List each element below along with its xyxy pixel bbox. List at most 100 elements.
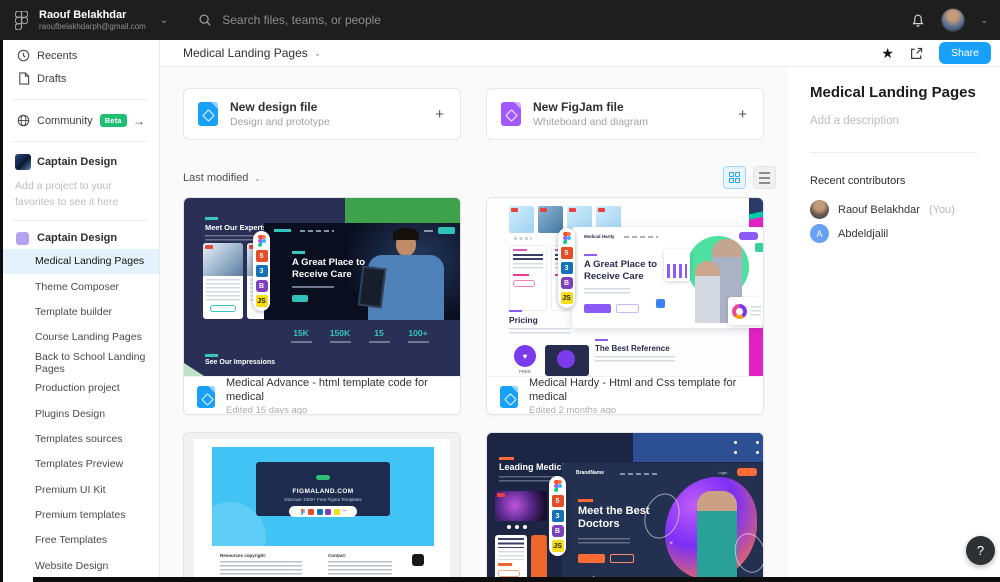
project-label: Templates sources [35, 433, 123, 445]
thumb-photo [695, 261, 720, 323]
decor-nav [424, 230, 433, 232]
text-line-placeholder [513, 254, 543, 260]
text-line-placeholder [330, 341, 351, 343]
decor-badge [316, 475, 330, 480]
sidebar-project-back-to-school[interactable]: Back to School Landing Pages [0, 350, 159, 375]
team-section-header[interactable]: Captain Design [0, 230, 159, 249]
file-card-medical-hardy[interactable]: Medical Hardy A Great Place toReceive Ca… [486, 197, 764, 415]
favorites-team-header[interactable]: Captain Design [0, 151, 159, 172]
chevron-down-icon[interactable]: ⌄ [980, 15, 988, 26]
css3-icon: 3 [552, 510, 564, 522]
sidebar-project-theme-composer[interactable]: Theme Composer [0, 274, 159, 299]
thumb-section-heading: See Our Impressions [205, 359, 275, 366]
sidebar-project-plugins-design[interactable]: Plugins Design [0, 401, 159, 426]
sidebar-project-website-design[interactable]: Website Design [0, 553, 159, 578]
html5-icon: 5 [552, 495, 564, 507]
list-view-button[interactable] [753, 166, 776, 189]
description-placeholder[interactable]: Add a description [810, 115, 899, 127]
file-thumbnail: Meet Our Experts A Great Place toReceive… [184, 198, 460, 376]
sidebar-project-templates-preview[interactable]: Templates Preview [0, 452, 159, 477]
decor-shape [184, 363, 204, 376]
account-menu[interactable]: Raouf Belakhdar raoufbelakhdarph@gmail.c… [39, 9, 146, 32]
sidebar-project-templates-sources[interactable]: Templates sources [0, 426, 159, 451]
sidebar-project-course-landing-pages[interactable]: Course Landing Pages [0, 325, 159, 350]
file-info-bar: Medical Advance - html template code for… [184, 376, 460, 415]
file-card-leading-medicine[interactable]: Leading Medicine BrandName Login Meet th… [486, 432, 764, 582]
sidebar-item-drafts[interactable]: Drafts [0, 67, 159, 90]
clock-icon [16, 49, 31, 62]
globe-icon [16, 114, 31, 127]
team-avatar [15, 154, 31, 170]
thumb-button [513, 280, 535, 287]
file-info-bar: Medical Hardy - Html and Css template fo… [487, 376, 763, 415]
sidebar-item-recents[interactable]: Recents [0, 44, 159, 67]
thumb-subtitle: Discover 1000+ Free Figma Templates [256, 497, 390, 502]
sidebar-project-medical-landing-pages[interactable]: Medical Landing Pages [0, 249, 159, 274]
decor-shape: × [669, 541, 673, 547]
export-icon[interactable] [909, 46, 924, 61]
thumb-card [203, 243, 243, 319]
text-line-placeholder [751, 306, 761, 317]
user-avatar[interactable] [941, 8, 965, 32]
figma-icon [300, 509, 306, 515]
decor-label [584, 254, 597, 256]
javascript-icon: JS [552, 540, 564, 552]
thumb-button [584, 304, 611, 313]
chevron-down-icon: ⌄ [253, 173, 261, 184]
sidebar-project-production-project[interactable]: Production project [0, 375, 159, 400]
thumb-button [737, 468, 757, 476]
figma-file-browser: Raouf Belakhdar raoufbelakhdarph@gmail.c… [0, 0, 1000, 582]
thumb-section-heading: The Best Reference [595, 344, 670, 353]
thumb-photo [203, 243, 243, 276]
header-actions: ★ Share [881, 42, 991, 64]
figma-icon [561, 232, 573, 244]
file-thumbnail: Leading Medicine BrandName Login Meet th… [487, 433, 763, 582]
search-input[interactable] [222, 13, 562, 27]
share-button[interactable]: Share [939, 42, 991, 64]
stat-value: 100+ [406, 328, 430, 338]
user-name: Raouf Belakhdar [39, 9, 146, 22]
sidebar-project-template-builder[interactable]: Template builder [0, 299, 159, 324]
decor-dots [734, 441, 737, 444]
help-button[interactable]: ? [966, 536, 995, 565]
thumb-widget [728, 297, 763, 325]
file-thumbnail: Medical Hardy A Great Place toReceive Ca… [487, 198, 763, 376]
chevron-down-icon[interactable]: ⌄ [160, 15, 168, 26]
team-name: Captain Design [37, 232, 117, 244]
thumb-price-label: FREE [519, 369, 531, 374]
favorite-star-icon[interactable]: ★ [881, 46, 894, 60]
sidebar-item-community[interactable]: Community Beta → [0, 109, 159, 132]
text-line-placeholder [584, 288, 630, 294]
project-label: Templates Preview [35, 458, 123, 470]
new-design-file-card[interactable]: New design file Design and prototype + [183, 88, 461, 140]
notifications-bell-icon[interactable] [910, 12, 926, 29]
sidebar-project-premium-ui-kit[interactable]: Premium UI Kit [0, 477, 159, 502]
file-title: Medical Advance - html template code for… [226, 376, 460, 405]
sort-dropdown[interactable]: Last modified ⌄ [183, 172, 261, 184]
text-line-placeholder [509, 328, 571, 334]
plus-icon[interactable]: + [738, 106, 747, 123]
css3-icon: 3 [561, 262, 573, 274]
arrow-right-icon[interactable]: → [133, 114, 145, 128]
breadcrumb[interactable]: Medical Landing Pages ⌄ [183, 46, 321, 60]
file-card-medical-advance[interactable]: Meet Our Experts A Great Place toReceive… [183, 197, 461, 415]
grid-view-button[interactable] [723, 166, 746, 189]
decor-nav [620, 473, 660, 475]
text-line-placeholder [595, 356, 675, 363]
file-card-figmaland[interactable]: FIGMALAND.COM Discover 1000+ Free Figma … [183, 432, 461, 582]
thumb-stats: 15K 150K 15 100+ [289, 328, 430, 343]
sidebar-project-premium-templates[interactable]: Premium templates [0, 502, 159, 527]
tech-stack-pill: 5 3 B JS [253, 231, 270, 311]
thumb-page: FIGMALAND.COM Discover 1000+ Free Figma … [194, 439, 450, 582]
new-figjam-file-card[interactable]: New FigJam file Whiteboard and diagram + [486, 88, 764, 140]
sidebar-item-label: Community [37, 115, 93, 127]
view-toggles [723, 166, 776, 189]
sidebar-project-free-templates[interactable]: Free Templates [0, 528, 159, 553]
text-line-placeholder [220, 561, 302, 576]
user-email: raoufbelakhdarph@gmail.com [39, 22, 146, 32]
plus-icon[interactable]: + [435, 106, 444, 123]
decor-nav [624, 236, 658, 238]
javascript-icon: JS [561, 292, 573, 304]
text-line-placeholder [206, 279, 240, 301]
thumb-footer-heading: Contact: [328, 553, 392, 558]
